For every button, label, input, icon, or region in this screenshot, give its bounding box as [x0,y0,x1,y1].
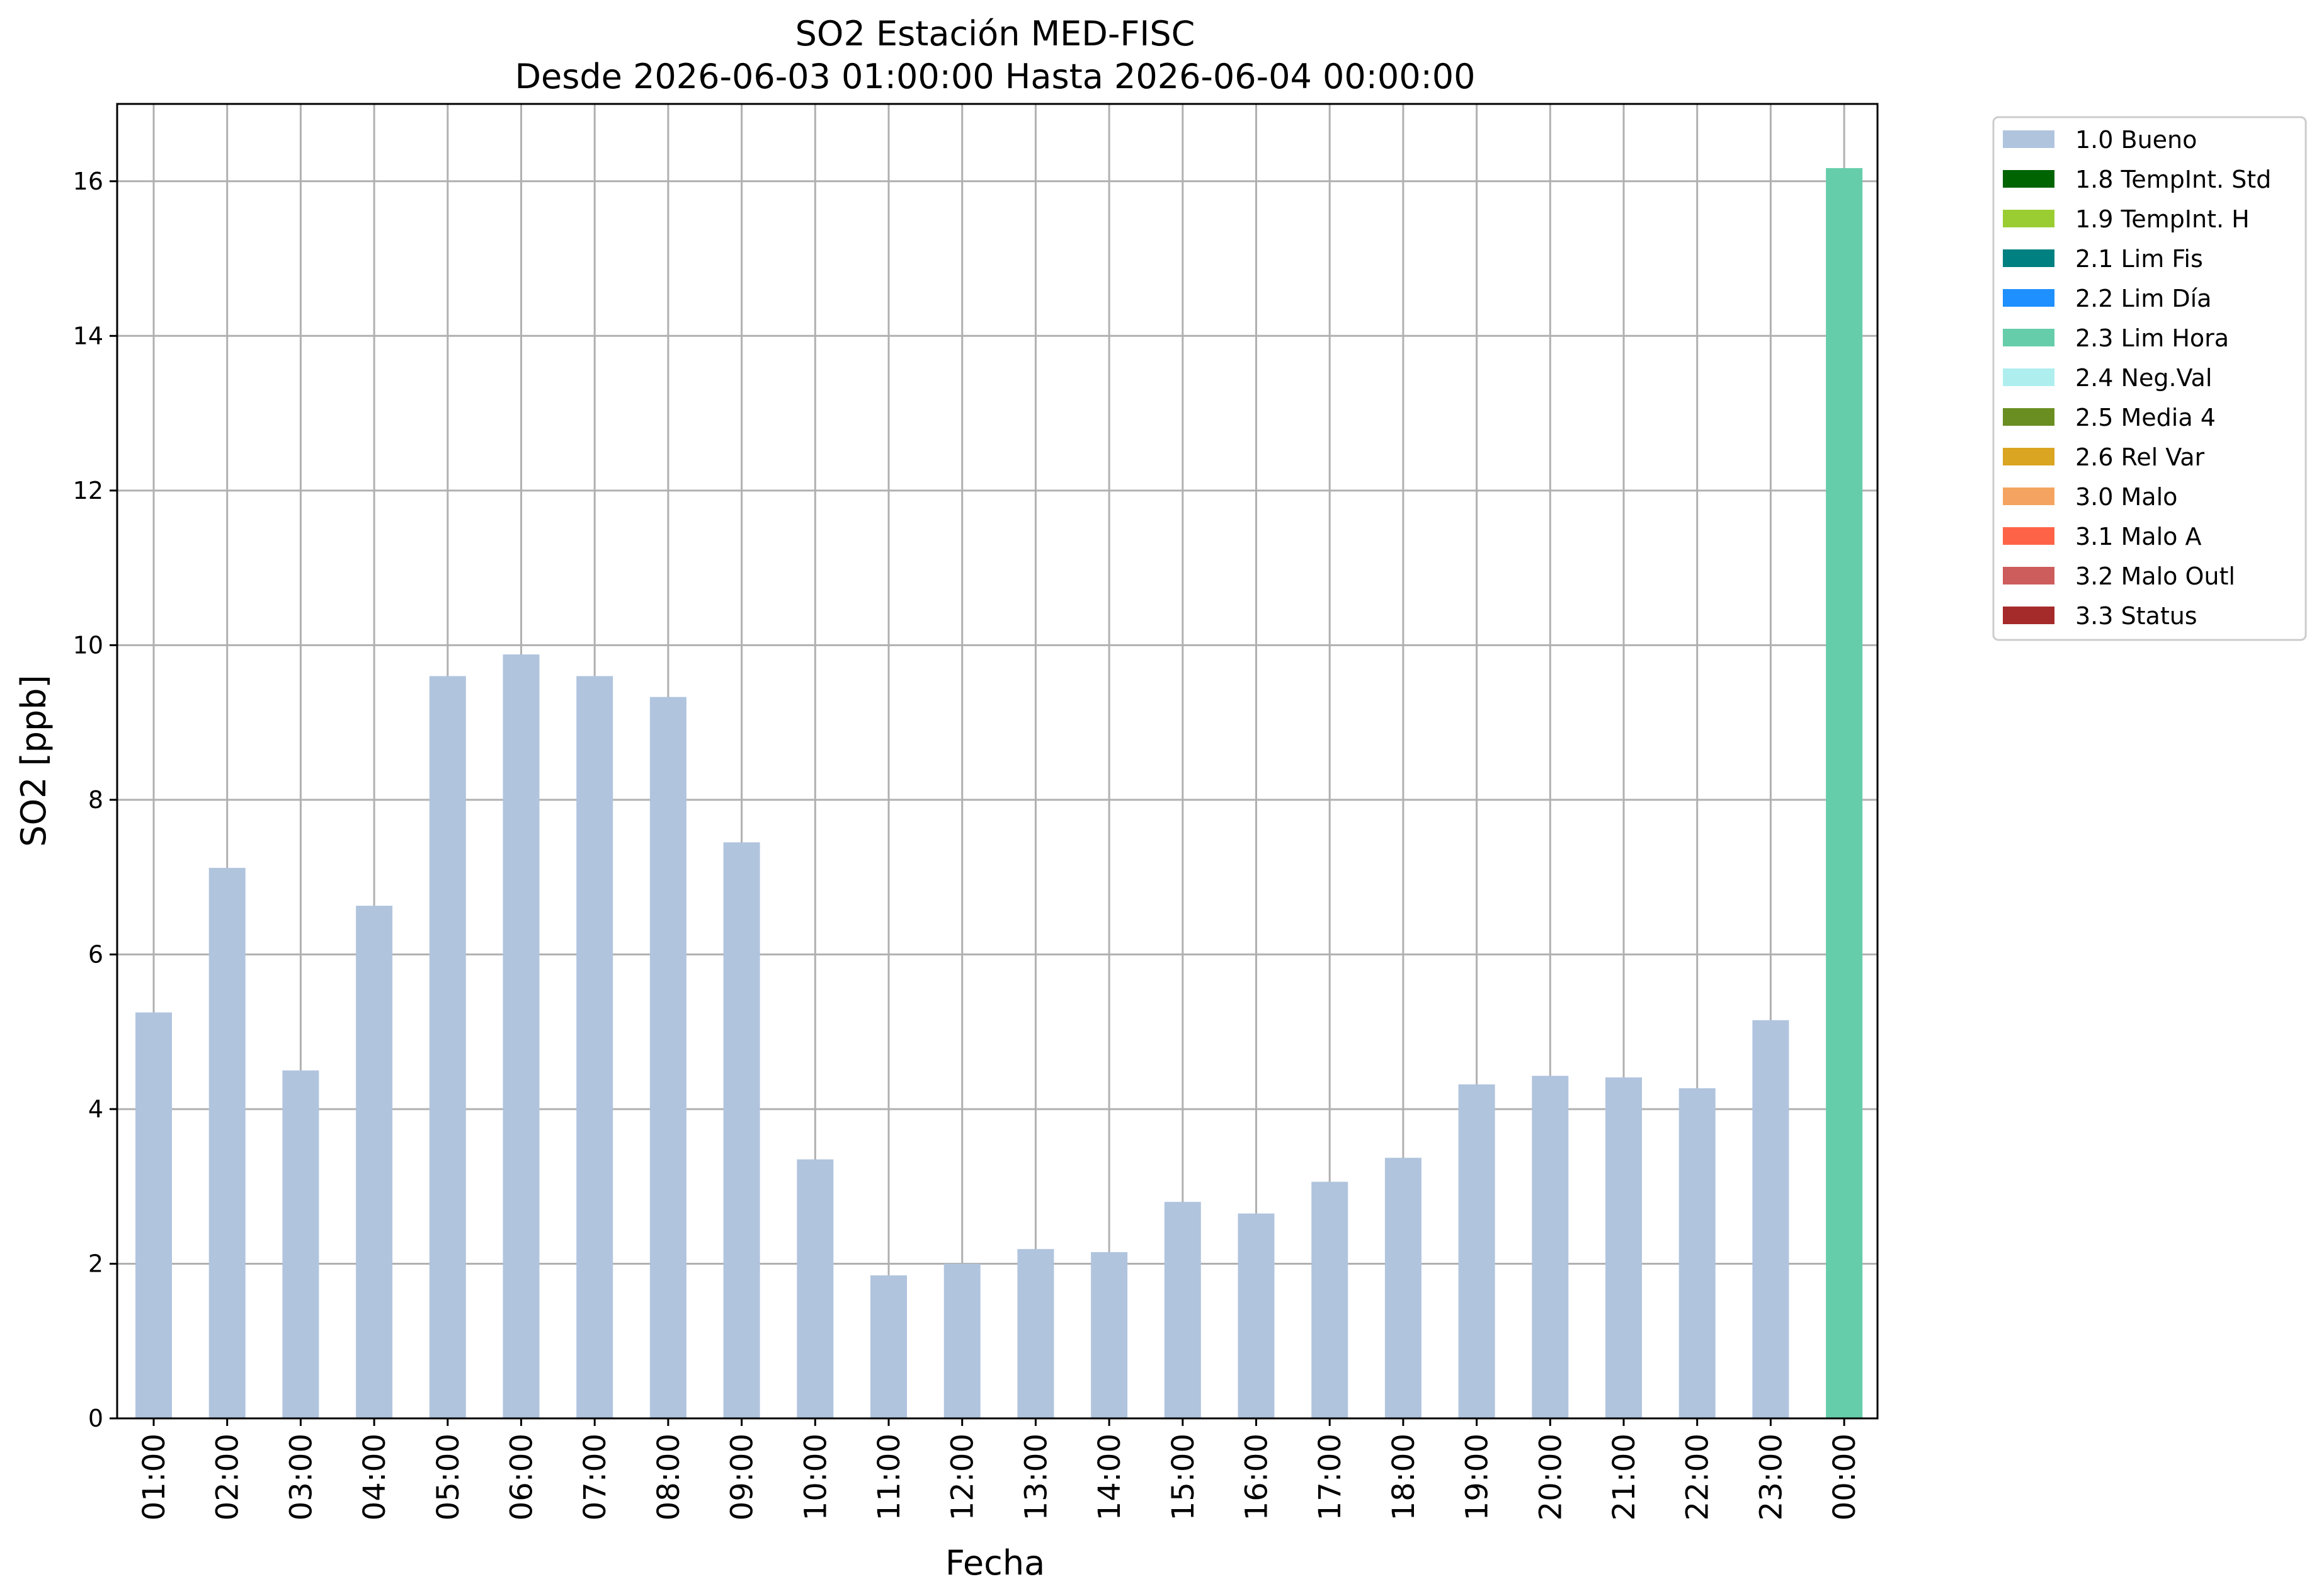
bar-18:00 [1384,1158,1422,1418]
bar-15:00 [1164,1202,1201,1418]
bar-11:00 [870,1275,907,1418]
x-tick-label: 00:00 [1827,1434,1862,1520]
legend-swatch [2003,607,2054,624]
x-tick-label: 12:00 [945,1434,981,1520]
bar-16:00 [1238,1213,1275,1418]
y-tick-label: 4 [88,1095,103,1123]
y-tick-label: 8 [88,786,103,814]
legend-swatch [2003,567,2054,584]
x-tick-label: 23:00 [1753,1434,1789,1520]
bars [135,168,1863,1418]
x-tick-label: 20:00 [1533,1434,1568,1520]
bar-10:00 [797,1159,834,1418]
legend-swatch [2003,408,2054,426]
x-tick-label: 05:00 [431,1434,466,1520]
legend-swatch [2003,527,2054,545]
x-tick-label: 22:00 [1680,1434,1716,1520]
y-tick-label: 2 [88,1250,103,1277]
x-tick-label: 15:00 [1166,1434,1201,1520]
legend-label: 1.9 TempInt. H [2075,205,2250,233]
bar-05:00 [429,676,466,1418]
x-tick-label: 21:00 [1607,1434,1642,1520]
legend-label: 3.0 Malo [2075,483,2177,511]
y-tick-label: 12 [73,477,103,504]
legend-label: 2.3 Lim Hora [2075,324,2229,352]
x-tick-label: 16:00 [1239,1434,1275,1520]
legend-label: 1.8 TempInt. Std [2075,166,2271,193]
legend-label: 2.1 Lim Fis [2075,245,2203,273]
x-tick-label: 07:00 [578,1434,613,1520]
x-tick-label: 09:00 [725,1434,760,1520]
legend-label: 2.6 Rel Var [2075,443,2205,471]
x-tick-label: 19:00 [1460,1434,1495,1520]
x-tick-label: 11:00 [872,1434,907,1520]
legend-swatch [2003,368,2054,386]
bar-13:00 [1017,1249,1054,1418]
legend-label: 3.1 Malo A [2075,523,2201,550]
x-tick-label: 08:00 [651,1434,687,1520]
legend-swatch [2003,289,2054,307]
y-axis-label: SO2 [ppb] [14,675,54,846]
bar-22:00 [1678,1088,1716,1418]
chart-title: SO2 Estación MED-FISC [795,14,1195,54]
bar-23:00 [1752,1020,1789,1418]
bar-04:00 [356,906,393,1418]
legend-swatch [2003,210,2054,227]
legend-label: 1.0 Bueno [2075,126,2197,154]
y-tick-label: 16 [73,168,103,195]
x-tick-label: 14:00 [1092,1434,1127,1520]
bar-21:00 [1605,1077,1642,1418]
x-tick-label: 01:00 [137,1434,172,1520]
x-tick-label: 04:00 [357,1434,392,1520]
x-tick-label: 13:00 [1018,1434,1054,1520]
bar-14:00 [1091,1252,1128,1418]
legend-swatch [2003,170,2054,188]
x-tick-label: 02:00 [210,1434,246,1520]
bar-17:00 [1311,1182,1348,1418]
legend-swatch [2003,249,2054,267]
bar-08:00 [649,697,687,1418]
y-tick-label: 10 [73,631,103,659]
bar-07:00 [576,676,613,1418]
legend: 1.0 Bueno 1.8 TempInt. Std 1.9 TempInt. H 2… [1992,116,2307,641]
legend-label: 2.5 Media 4 [2075,404,2216,431]
chart-subtitle: Desde 2026-06-03 01:00:00 Hasta 2026-06-… [515,57,1475,96]
x-tick-label: 10:00 [798,1434,833,1520]
so2-bar-chart: SO2 Estación MED-FISC Desde 2026-06-03 0… [14,14,2307,1583]
legend-label: 2.4 Neg.Val [2075,364,2212,392]
x-tick-label: 17:00 [1313,1434,1348,1520]
x-axis-label: Fecha [945,1543,1045,1583]
bar-06:00 [503,654,540,1418]
y-tick-label: 0 [88,1405,103,1432]
bar-03:00 [282,1070,319,1418]
bar-20:00 [1532,1076,1569,1418]
x-axis-ticks: 01:00 02:00 03:00 04:00 05:00 06:00 07:00 08:00… [137,1418,1862,1520]
legend-label: 3.3 Status [2075,602,2197,630]
legend-label: 2.2 Lim Día [2075,285,2211,312]
legend-swatch [2003,487,2054,505]
bar-09:00 [723,842,760,1418]
bar-12:00 [943,1263,981,1418]
bar-02:00 [208,867,246,1418]
bar-00:00 [1826,168,1863,1418]
bar-19:00 [1458,1084,1495,1418]
y-axis-ticks: 0 2 4 6 8 10 12 14 16 [73,168,117,1432]
bar-01:00 [135,1012,172,1418]
legend-label: 3.2 Malo Outl [2075,562,2235,590]
legend-swatch [2003,448,2054,465]
legend-swatch [2003,130,2054,148]
y-tick-label: 14 [73,322,103,350]
y-tick-label: 6 [88,940,103,968]
x-tick-label: 06:00 [504,1434,540,1520]
x-tick-label: 18:00 [1386,1434,1422,1520]
x-tick-label: 03:00 [283,1434,319,1520]
legend-swatch [2003,329,2054,346]
